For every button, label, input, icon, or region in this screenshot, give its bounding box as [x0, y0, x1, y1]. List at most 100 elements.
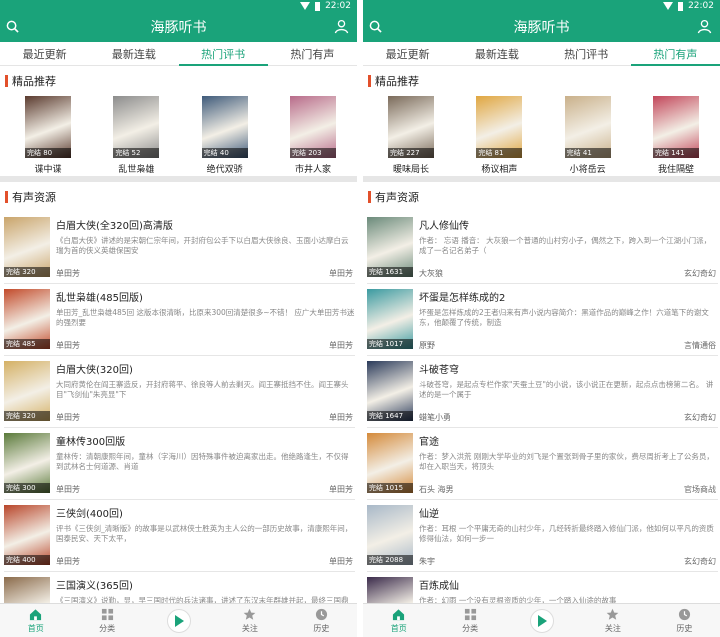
featured-section-title: 精品推荐: [375, 75, 419, 88]
featured-book-card[interactable]: 完结 80 谍中谍: [24, 96, 72, 176]
list-item[interactable]: 完结 1647 斗破苍穹 斗破苍穹，是起点专栏作家"天蚕土豆"的小说，该小说正在更新…: [367, 356, 718, 428]
home-icon: [30, 608, 42, 620]
featured-book-card[interactable]: 完结 52 乱世枭雄: [112, 96, 160, 176]
list-item-tag: 玄幻奇幻: [684, 413, 716, 422]
featured-book-title: 市井人家: [294, 165, 331, 175]
list-item-description: 大同府黄伦在阎王寨造反，开封府蒋平、徐良等人前去剿灭。阎王寨抵挡不住。阎王寨头目…: [56, 380, 349, 399]
book-cover-image: 完结 485: [4, 289, 50, 349]
list-item-title: 官途: [419, 437, 439, 448]
nav-player[interactable]: [506, 608, 577, 633]
grid-icon: [464, 608, 476, 620]
list-item-narrator: 石头 海男: [419, 485, 454, 494]
list-item-narrator: 蜡笔小勇: [419, 413, 451, 422]
list-item-info: 凡人修仙传 作者： 忘语 播音： 大灰狼一个普通的山村穷小子，偶然之下，跨入到一个…: [419, 217, 718, 279]
list-item-meta: 单田芳 单田芳: [56, 340, 353, 351]
tab-latest-serial[interactable]: 最新连载: [89, 42, 178, 65]
list-item-tag: 单田芳: [329, 269, 353, 278]
episode-count-badge: 完结 81: [476, 148, 523, 158]
list-item-meta: 朱宇 玄幻奇幻: [419, 556, 716, 567]
featured-book-card[interactable]: 完结 41 小将岳云: [564, 96, 612, 176]
wifi-icon: [300, 2, 311, 10]
featured-book-card[interactable]: 完结 141 我住隔壁: [652, 96, 700, 176]
search-icon[interactable]: [6, 20, 19, 33]
list-item-narrator: 单田芳: [56, 413, 80, 422]
tab-hot-audio[interactable]: 热门有声: [268, 42, 357, 65]
featured-book-card[interactable]: 完结 227 暖味局长: [387, 96, 435, 176]
clock-icon: [678, 608, 690, 620]
resource-list: 完结 320 白眉大侠(全320回)高清版 《白眉大侠》讲述的是宋朝仁宗年间，开封府…: [0, 212, 357, 637]
tab-hot-audio[interactable]: 热门有声: [630, 42, 720, 66]
list-item[interactable]: 完结 320 白眉大侠(320回) 大同府黄伦在阎王寨造反，开封府蒋平、徐良等人前去…: [4, 356, 355, 428]
resources-section-title: 有声资源: [12, 191, 56, 204]
episode-count-badge: 完结 52: [113, 148, 160, 158]
episode-count-badge: 完结 141: [652, 148, 699, 158]
episode-count-badge: 完结 320: [4, 267, 50, 277]
list-item-narrator: 单田芳: [56, 341, 80, 350]
episode-count-badge: 完结 1631: [367, 267, 413, 277]
list-item-info: 乱世枭雄(485回版) 单田芳_乱世枭雄485回 这版本很清晰，比原来300回清楚…: [56, 289, 355, 351]
featured-book-card[interactable]: 完结 40 绝代双骄: [201, 96, 249, 176]
play-icon: [166, 608, 191, 633]
nav-follow[interactable]: 关注: [577, 608, 648, 634]
list-item-tag: 玄幻奇幻: [684, 269, 716, 278]
book-cover-image: 完结 227: [388, 96, 434, 158]
list-item[interactable]: 完结 1631 凡人修仙传 作者： 忘语 播音： 大灰狼一个普通的山村穷小子，偶然之…: [367, 212, 718, 284]
nav-home[interactable]: 首页: [363, 608, 434, 634]
status-time: 22:02: [325, 1, 351, 11]
nav-home[interactable]: 首页: [0, 608, 71, 634]
list-item-info: 三侠剑(400回) 评书《三侠剑_清晰版》的故事是以武林侠士胜英为主人公的一部历史…: [56, 505, 355, 567]
nav-category[interactable]: 分类: [434, 608, 505, 634]
book-cover-image: 完结 300: [4, 433, 50, 493]
featured-book-title: 乱世枭雄: [118, 165, 155, 175]
nav-player[interactable]: [143, 608, 214, 633]
book-cover-image: 完结 203: [289, 96, 336, 158]
featured-row: 完结 227 暖味局长 完结 81 杨议相声 完结 41 小将岳云 完结 141 我住隔壁: [363, 96, 720, 176]
nav-history[interactable]: 历史: [286, 608, 357, 634]
resource-list: 完结 1631 凡人修仙传 作者： 忘语 播音： 大灰狼一个普通的山村穷小子，偶然之…: [363, 212, 720, 637]
featured-section-header: 精品推荐: [363, 66, 720, 96]
list-item[interactable]: 完结 485 乱世枭雄(485回版) 单田芳_乱世枭雄485回 这版本很清晰，比原来…: [4, 284, 355, 356]
book-cover-image: 完结 40: [201, 96, 248, 158]
list-item[interactable]: 完结 400 三侠剑(400回) 评书《三侠剑_清晰版》的故事是以武林侠士胜英为主人…: [4, 500, 355, 572]
tab-hot-storytelling[interactable]: 热门评书: [178, 42, 269, 66]
nav-follow[interactable]: 关注: [214, 608, 285, 634]
list-item-tag: 官场商战: [684, 485, 716, 494]
list-item-info: 童林传300回版 童林传：清朝康熙年间，童林（字海川）因特殊事件被迫离家出走。他绝…: [56, 433, 355, 495]
list-item[interactable]: 完结 2088 仙逆 作者：耳根 一个平庸无奇的山村少年，几经转折最终踏入修仙门派，…: [367, 500, 718, 572]
nav-history-label: 历史: [676, 623, 693, 633]
section-accent-bar: [368, 75, 371, 87]
list-item[interactable]: 完结 1015 官途 作者：梦入洪荒 刚刚大学毕业的刘飞是个置张到骨子里的家伙，费尽…: [367, 428, 718, 500]
list-item-description: 作者： 忘语 播音： 大灰狼一个普通的山村穷小子，偶然之下，跨入到一个江湖小门派…: [419, 236, 712, 255]
nav-category[interactable]: 分类: [71, 608, 142, 634]
tab-recent-updates[interactable]: 最近更新: [0, 42, 89, 65]
category-tabs: 最近更新 最新连载 热门评书 热门有声: [0, 42, 357, 66]
list-item-info: 白眉大侠(全320回)高清版 《白眉大侠》讲述的是宋朝仁宗年间，开封府包公手下以白…: [56, 217, 355, 279]
tab-hot-storytelling[interactable]: 热门评书: [542, 42, 631, 65]
episode-count-badge: 完结 1015: [367, 483, 413, 493]
clock-icon: [315, 608, 327, 620]
featured-book-title: 我住隔壁: [657, 165, 694, 175]
featured-book-card[interactable]: 完结 203 市井人家: [289, 96, 337, 176]
resources-section-header: 有声资源: [0, 182, 357, 212]
book-cover-image: 完结 52: [113, 96, 160, 158]
user-icon[interactable]: [334, 19, 349, 34]
list-item-narrator: 单田芳: [56, 485, 80, 494]
nav-history[interactable]: 历史: [649, 608, 720, 634]
episode-count-badge: 完结 1647: [367, 411, 413, 421]
tab-recent-updates[interactable]: 最近更新: [363, 42, 452, 65]
list-item-description: 单田芳_乱世枭雄485回 这版本很清晰，比原来300回清楚很多~不错！ 应广大单…: [56, 308, 355, 327]
episode-count-badge: 完结 227: [388, 148, 434, 158]
screenshot-divider: [357, 0, 363, 637]
app-bar: 海豚听书: [363, 12, 720, 42]
tab-latest-serial[interactable]: 最新连载: [452, 42, 541, 65]
search-icon[interactable]: [369, 20, 382, 33]
phone-screen-left: 22:02 海豚听书 最近更新 最新连载 热门评书 热门有声 精品推荐 完结 8…: [0, 0, 357, 637]
list-item[interactable]: 完结 320 白眉大侠(全320回)高清版 《白眉大侠》讲述的是宋朝仁宗年间，开封府…: [4, 212, 355, 284]
battery-icon: [678, 1, 684, 11]
user-icon[interactable]: [697, 19, 712, 34]
featured-book-card[interactable]: 完结 81 杨议相声: [475, 96, 523, 176]
list-item[interactable]: 完结 300 童林传300回版 童林传：清朝康熙年间，童林（字海川）因特殊事件被迫离…: [4, 428, 355, 500]
episode-count-badge: 完结 203: [289, 148, 336, 158]
list-item[interactable]: 完结 1017 坏蛋是怎样练成的2 坏蛋是怎样炼成的2王者归来有声小说内容简介：黑道…: [367, 284, 718, 356]
status-bar: 22:02: [363, 0, 720, 12]
